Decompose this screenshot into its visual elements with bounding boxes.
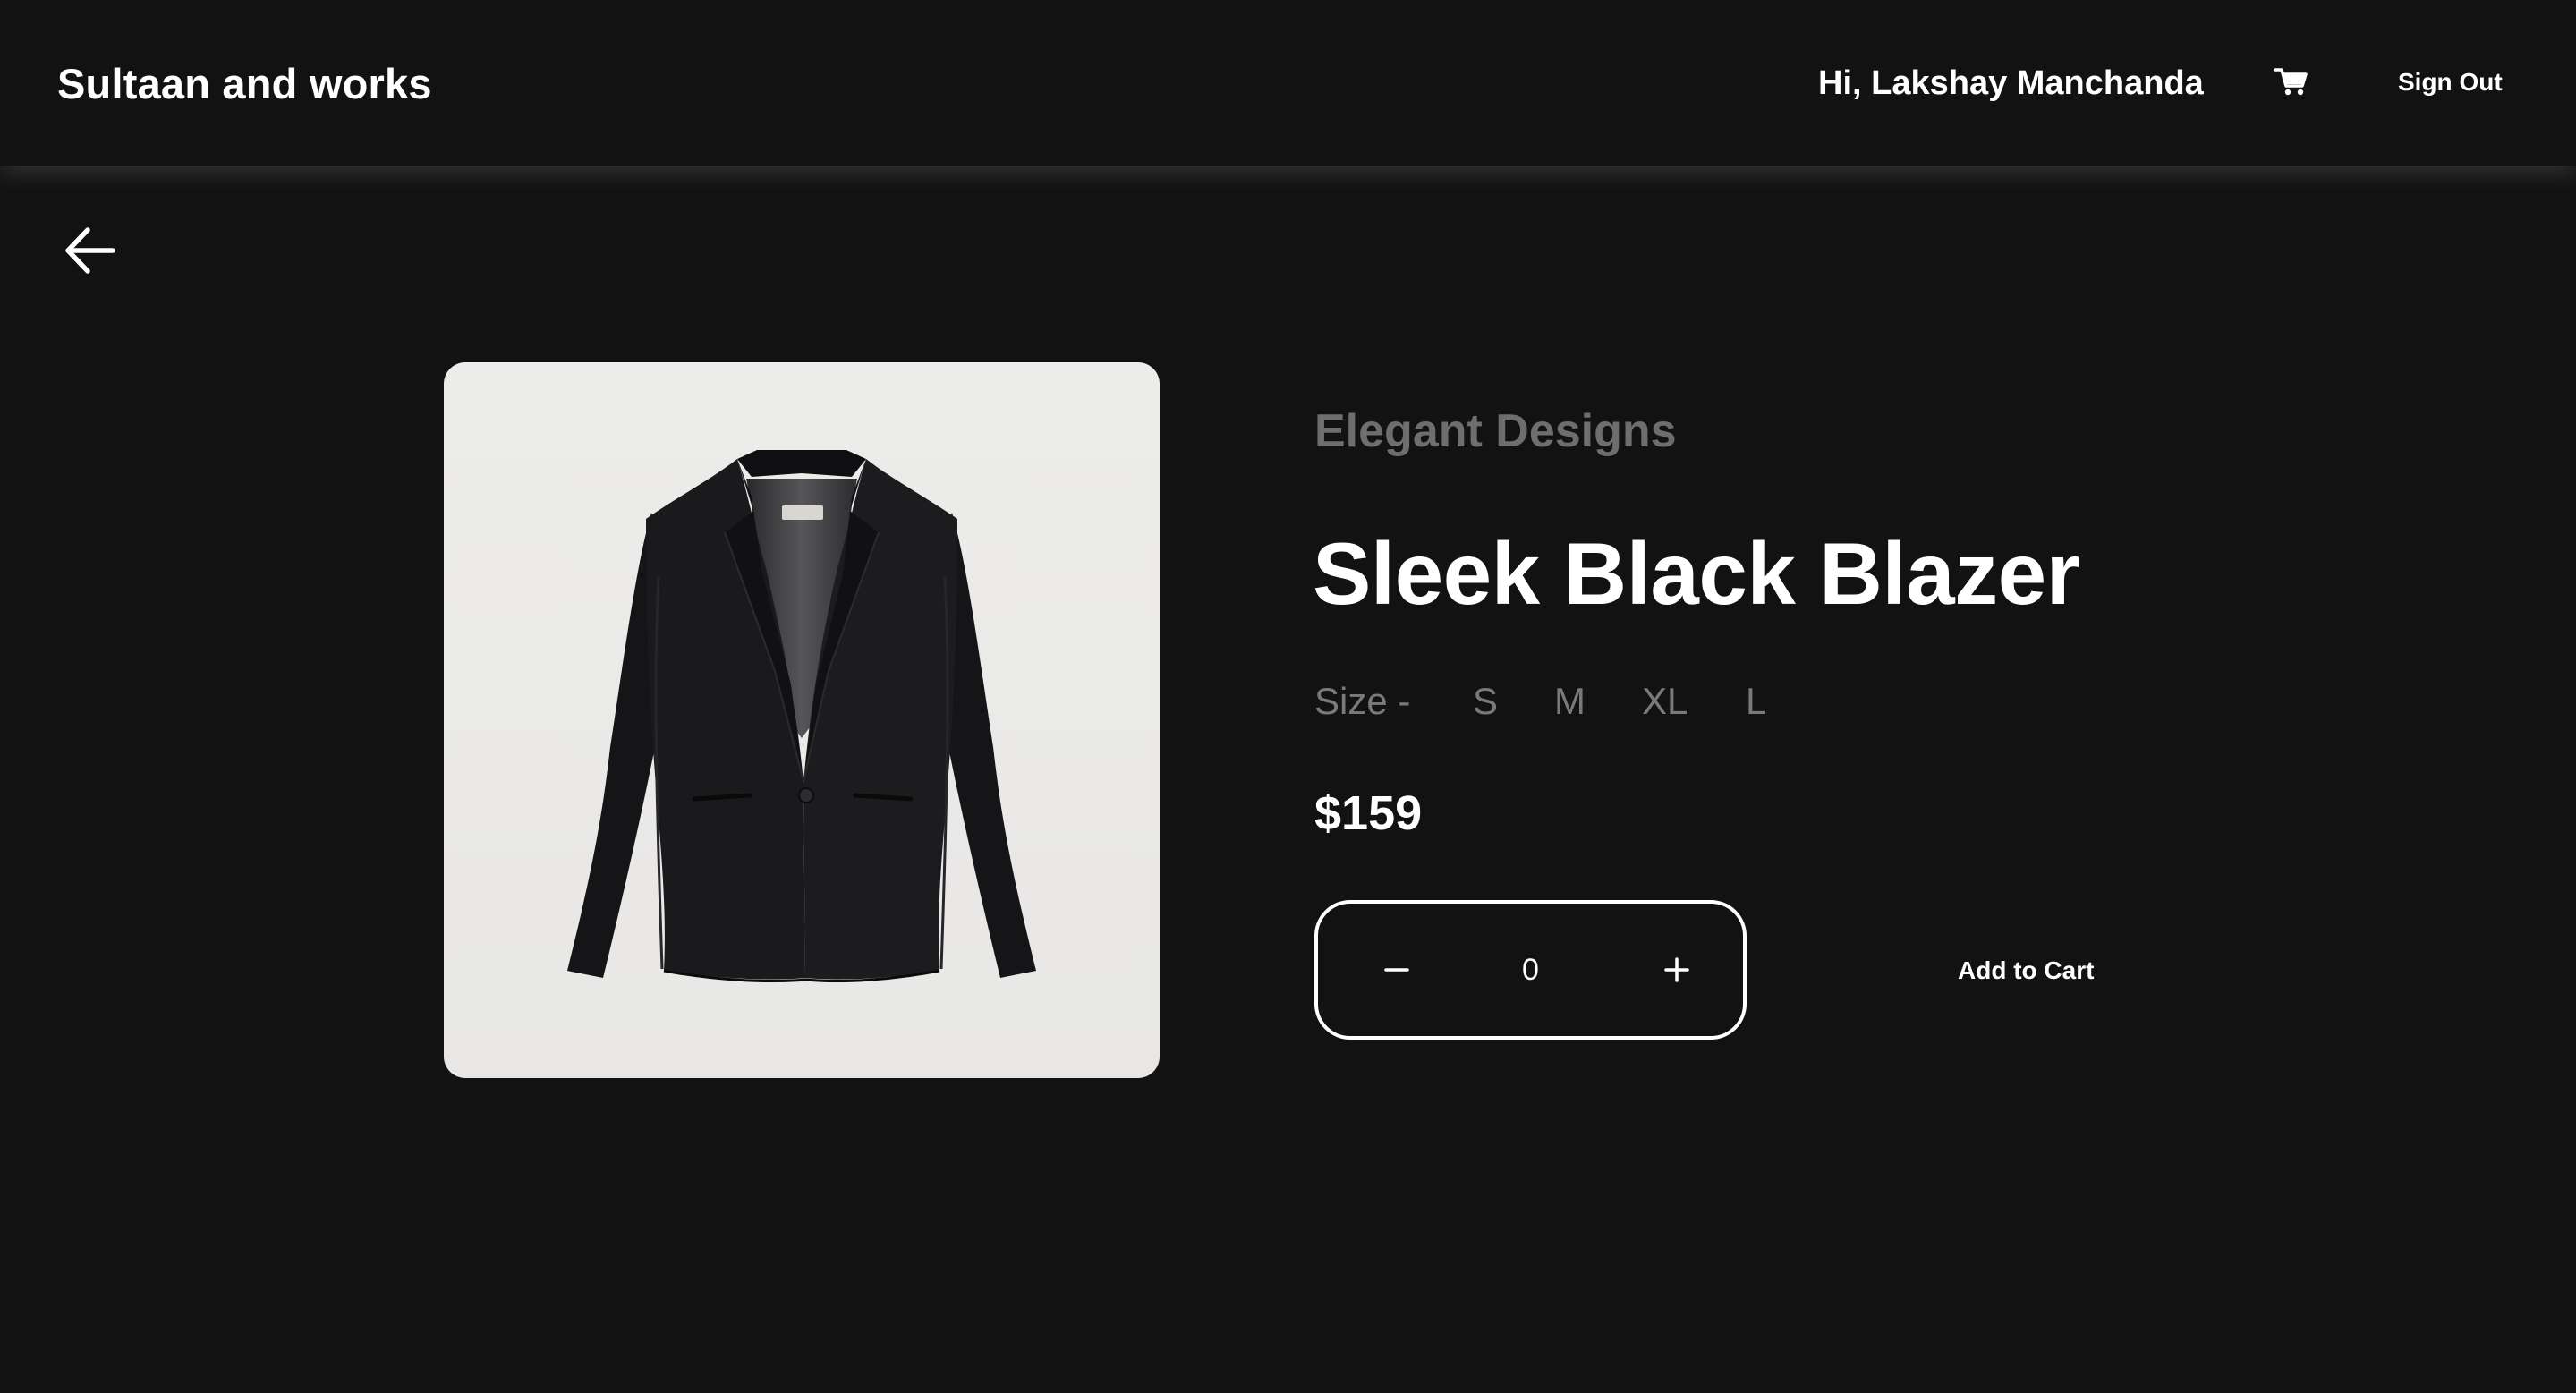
product-price: $159 <box>1314 786 1423 840</box>
decrease-quantity-button[interactable] <box>1373 947 1420 993</box>
size-option-m[interactable]: M <box>1554 680 1586 723</box>
add-to-cart-button[interactable]: Add to Cart <box>1958 956 2094 985</box>
size-label: Size - <box>1314 680 1411 722</box>
blazer-image <box>567 450 1036 983</box>
back-button[interactable] <box>61 222 118 279</box>
plus-icon <box>1664 957 1689 982</box>
top-navbar: Sultaan and works Hi, Lakshay Manchanda … <box>0 0 2576 166</box>
size-option-l[interactable]: L <box>1746 680 1766 723</box>
product-brand: Elegant Designs <box>1314 405 1677 457</box>
minus-icon <box>1384 968 1409 972</box>
site-brand[interactable]: Sultaan and works <box>57 59 432 108</box>
size-option-s[interactable]: S <box>1473 680 1498 723</box>
cart-icon <box>2274 68 2308 96</box>
arrow-left-icon <box>65 227 115 274</box>
cart-button[interactable] <box>2274 66 2309 98</box>
product-image <box>444 362 1160 1078</box>
increase-quantity-button[interactable] <box>1654 947 1700 993</box>
product-title: Sleek Black Blazer <box>1313 524 2080 623</box>
size-option-xl[interactable]: XL <box>1642 680 1688 723</box>
quantity-stepper: 0 <box>1314 900 1747 1040</box>
quantity-value: 0 <box>1522 953 1539 987</box>
user-greeting: Hi, Lakshay Manchanda <box>1818 64 2204 102</box>
sign-out-button[interactable]: Sign Out <box>2398 68 2503 97</box>
